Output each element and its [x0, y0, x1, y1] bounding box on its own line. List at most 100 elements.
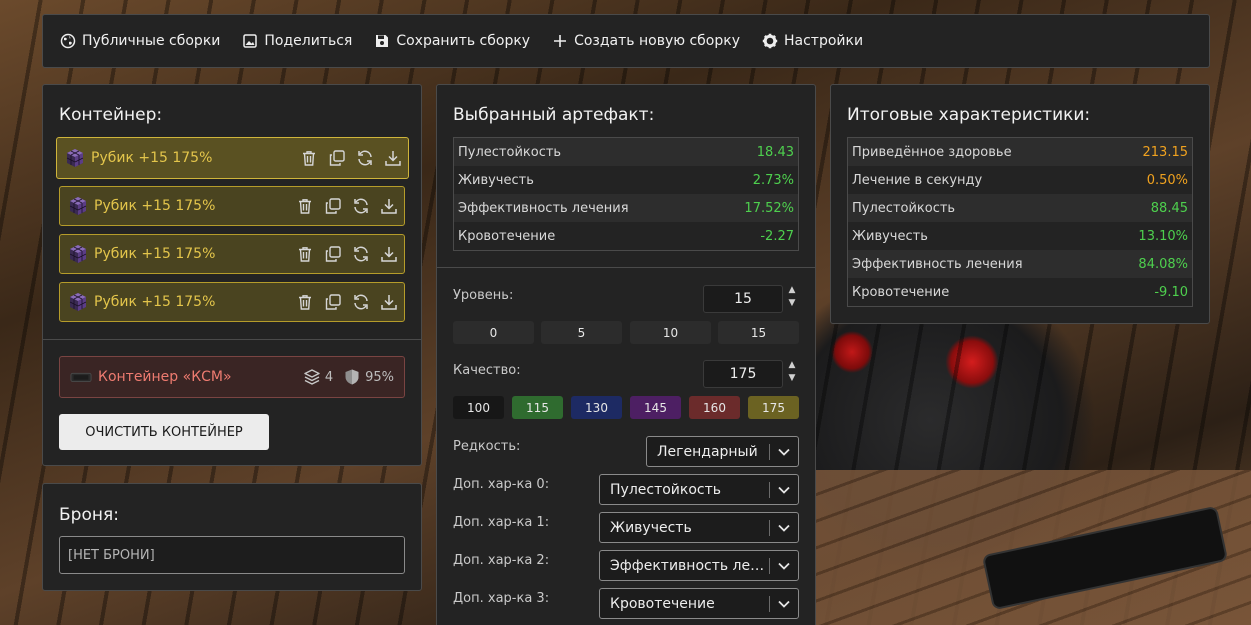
stat-value: 84.08%: [1138, 256, 1188, 272]
quality-preset-145[interactable]: 145: [630, 396, 681, 419]
stat-label: Приведённое здоровье: [852, 144, 1012, 160]
artifact-panel: Выбранный артефакт: Пулестойкость 18.43 …: [436, 84, 816, 625]
stat-label: Живучесть: [458, 172, 534, 188]
container-slot[interactable]: Рубик +15 175%: [59, 282, 405, 322]
container-slot[interactable]: Рубик +15 175%: [59, 234, 405, 274]
extra-stat-1-select[interactable]: Живучесть: [599, 512, 799, 543]
extra-stat-3-value: Кровотечение: [610, 595, 715, 612]
copy-icon[interactable]: [328, 149, 346, 167]
ksm-name: Контейнер «КСМ»: [98, 369, 232, 385]
copy-icon[interactable]: [324, 197, 342, 215]
trash-icon[interactable]: [296, 293, 314, 311]
stat-label: Эффективность лечения: [852, 256, 1023, 272]
armor-select[interactable]: [НЕТ БРОНИ]: [59, 536, 405, 574]
quality-label: Качество:: [453, 363, 521, 378]
floppy-icon: [376, 35, 389, 47]
totals-stats-table: Приведённое здоровье 213.15 Лечение в се…: [847, 137, 1193, 307]
trash-icon[interactable]: [296, 245, 314, 263]
quality-preset-115[interactable]: 115: [512, 396, 563, 419]
extra-stat-1-label: Доп. хар-ка 1:: [453, 515, 550, 530]
table-row: Эффективность лечения 84.08%: [848, 250, 1192, 278]
image-icon: [243, 34, 258, 48]
container-ksm[interactable]: Контейнер «КСМ» 4 95%: [59, 356, 405, 398]
top-nav: Публичные сборки Поделиться Сохранить сб…: [42, 14, 1210, 68]
stat-value: 2.73%: [752, 172, 794, 188]
level-preset-10[interactable]: 10: [630, 321, 711, 344]
extra-stat-2-label: Доп. хар-ка 2:: [453, 553, 550, 568]
copy-icon[interactable]: [324, 245, 342, 263]
copy-icon[interactable]: [324, 293, 342, 311]
download-icon[interactable]: [384, 149, 402, 167]
level-preset-5[interactable]: 5: [541, 321, 622, 344]
quality-preset-130[interactable]: 130: [571, 396, 622, 419]
rarity-value: Легендарный: [657, 443, 758, 460]
armor-title: Броня:: [59, 505, 119, 525]
rubik-cube-icon: [69, 245, 87, 263]
quality-input[interactable]: 175: [703, 360, 783, 388]
download-icon[interactable]: [380, 197, 398, 215]
refresh-icon[interactable]: [352, 197, 370, 215]
stat-value: 88.45: [1150, 200, 1188, 216]
level-preset-0[interactable]: 0: [453, 321, 534, 344]
table-row: Пулестойкость 88.45: [848, 194, 1192, 222]
ksm-slots: 4: [303, 368, 333, 386]
gear-icon: [762, 33, 778, 49]
save-build-label: Сохранить сборку: [396, 33, 531, 49]
public-builds-label: Публичные сборки: [82, 33, 221, 49]
slot-name: Рубик +15 175%: [91, 150, 213, 166]
extra-stat-0-label: Доп. хар-ка 0:: [453, 477, 550, 492]
container-slot[interactable]: Рубик +15 175%: [59, 186, 405, 226]
quality-preset-175[interactable]: 175: [748, 396, 799, 419]
container-slot[interactable]: Рубик +15 175%: [56, 137, 409, 179]
table-row: Пулестойкость 18.43: [454, 138, 798, 166]
settings-label: Настройки: [784, 33, 864, 49]
slot-name: Рубик +15 175%: [94, 246, 216, 262]
rarity-select[interactable]: Легендарный: [646, 436, 799, 467]
chevron-down-icon: [770, 486, 798, 494]
level-up-icon[interactable]: ▲: [786, 284, 798, 296]
trash-icon[interactable]: [300, 149, 318, 167]
ksm-slots-value: 4: [324, 369, 334, 385]
container-divider: [43, 339, 421, 340]
level-input[interactable]: 15: [703, 285, 783, 313]
ksm-protection: 95%: [343, 368, 394, 386]
clear-container-button[interactable]: ОЧИСТИТЬ КОНТЕЙНЕР: [59, 414, 269, 450]
trash-icon[interactable]: [296, 197, 314, 215]
settings-button[interactable]: Настройки: [762, 33, 863, 49]
download-icon[interactable]: [380, 293, 398, 311]
public-builds-button[interactable]: Публичные сборки: [60, 33, 220, 49]
extra-stat-3-select[interactable]: Кровотечение: [599, 588, 799, 619]
new-build-label: Создать новую сборку: [574, 33, 740, 49]
quality-preset-160[interactable]: 160: [689, 396, 740, 419]
chevron-down-icon: [770, 562, 798, 570]
quality-up-icon[interactable]: ▲: [786, 359, 798, 371]
totals-panel: Итоговые характеристики: Приведённое здо…: [830, 84, 1210, 324]
artifact-title: Выбранный артефакт:: [453, 105, 655, 125]
extra-stat-2-select[interactable]: Эффективность лечения: [599, 550, 799, 581]
globe-icon: [60, 33, 76, 49]
table-row: Живучесть 2.73%: [454, 166, 798, 194]
ksm-protection-value: 95%: [365, 369, 394, 385]
quality-down-icon[interactable]: ▼: [786, 372, 798, 384]
chevron-down-icon: [770, 524, 798, 532]
new-build-button[interactable]: Создать новую сборку: [552, 33, 740, 49]
rubik-cube-icon: [69, 293, 87, 311]
refresh-icon[interactable]: [352, 293, 370, 311]
refresh-icon[interactable]: [352, 245, 370, 263]
quality-preset-100[interactable]: 100: [453, 396, 504, 419]
stat-value: 0.50%: [1146, 172, 1188, 188]
level-preset-15[interactable]: 15: [718, 321, 799, 344]
share-button[interactable]: Поделиться: [242, 33, 352, 49]
extra-stat-0-select[interactable]: Пулестойкость: [599, 474, 799, 505]
download-icon[interactable]: [380, 245, 398, 263]
container-case-icon: [70, 372, 92, 383]
save-build-button[interactable]: Сохранить сборку: [374, 33, 530, 49]
table-row: Лечение в секунду 0.50%: [848, 166, 1192, 194]
stat-label: Живучесть: [852, 228, 928, 244]
artifact-divider: [437, 267, 815, 268]
chevron-down-icon: [770, 448, 798, 456]
stat-value: -2.27: [760, 228, 794, 244]
refresh-icon[interactable]: [356, 149, 374, 167]
level-down-icon[interactable]: ▼: [786, 297, 798, 309]
stat-value: 13.10%: [1138, 228, 1188, 244]
